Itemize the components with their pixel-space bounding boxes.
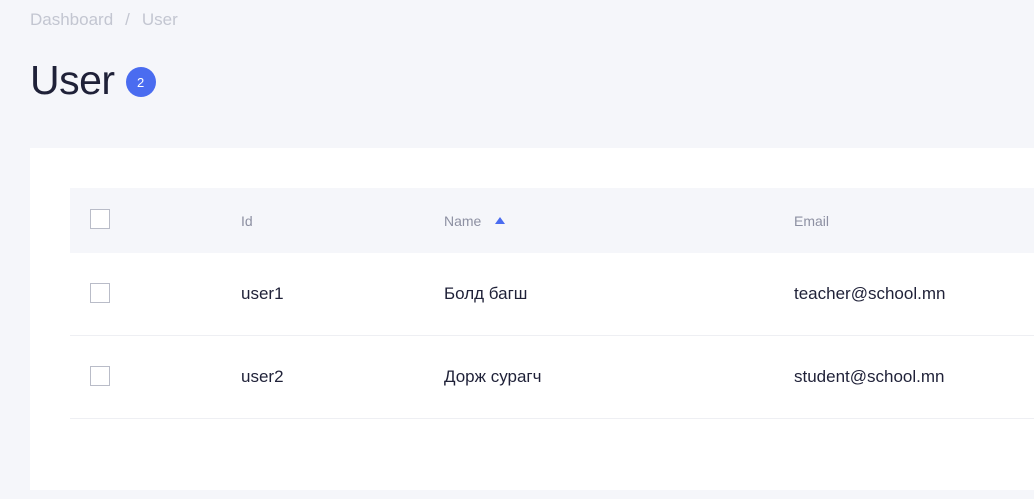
user-table: Id Name Email user1 Болд багш teacher@sc… — [70, 188, 1034, 419]
column-header-name-cell[interactable]: Name — [444, 188, 506, 253]
cell-id: user1 — [241, 284, 284, 303]
table-header-row: Id Name Email — [70, 188, 1034, 253]
user-table-card: Id Name Email user1 Болд багш teacher@sc… — [30, 148, 1034, 490]
page-title: User — [30, 57, 115, 103]
row-checkbox[interactable] — [90, 366, 110, 386]
column-header-name-wrap: Name — [444, 213, 506, 229]
page: Dashboard / User User 2 Id Name Email us… — [0, 0, 1034, 499]
sort-ascending-icon[interactable] — [495, 217, 506, 224]
cell-name: Болд багш — [444, 284, 528, 303]
breadcrumb-dashboard-link[interactable]: Dashboard — [30, 10, 113, 30]
row-checkbox-cell — [90, 336, 110, 418]
row-checkbox-cell — [90, 253, 110, 335]
cell-name: Дорж сурагч — [444, 367, 542, 386]
breadcrumb-current: User — [141, 10, 178, 29]
cell-id: user2 — [241, 367, 284, 386]
count-badge: 2 — [125, 67, 156, 97]
column-header-name[interactable]: Name — [444, 213, 481, 229]
cell-email: teacher@school.mn — [794, 284, 946, 303]
header-checkbox-cell — [90, 188, 110, 253]
title-row: User 2 — [30, 56, 156, 104]
select-all-checkbox[interactable] — [90, 208, 110, 229]
breadcrumb-separator: / — [125, 10, 130, 29]
table-row[interactable]: user1 Болд багш teacher@school.mn — [70, 253, 1034, 336]
column-header-email[interactable]: Email — [794, 188, 829, 253]
breadcrumb: Dashboard / User — [30, 10, 178, 30]
cell-email: student@school.mn — [794, 367, 945, 386]
table-row[interactable]: user2 Дорж сурагч student@school.mn — [70, 336, 1034, 419]
column-header-id[interactable]: Id — [241, 188, 253, 253]
row-checkbox[interactable] — [90, 283, 110, 303]
